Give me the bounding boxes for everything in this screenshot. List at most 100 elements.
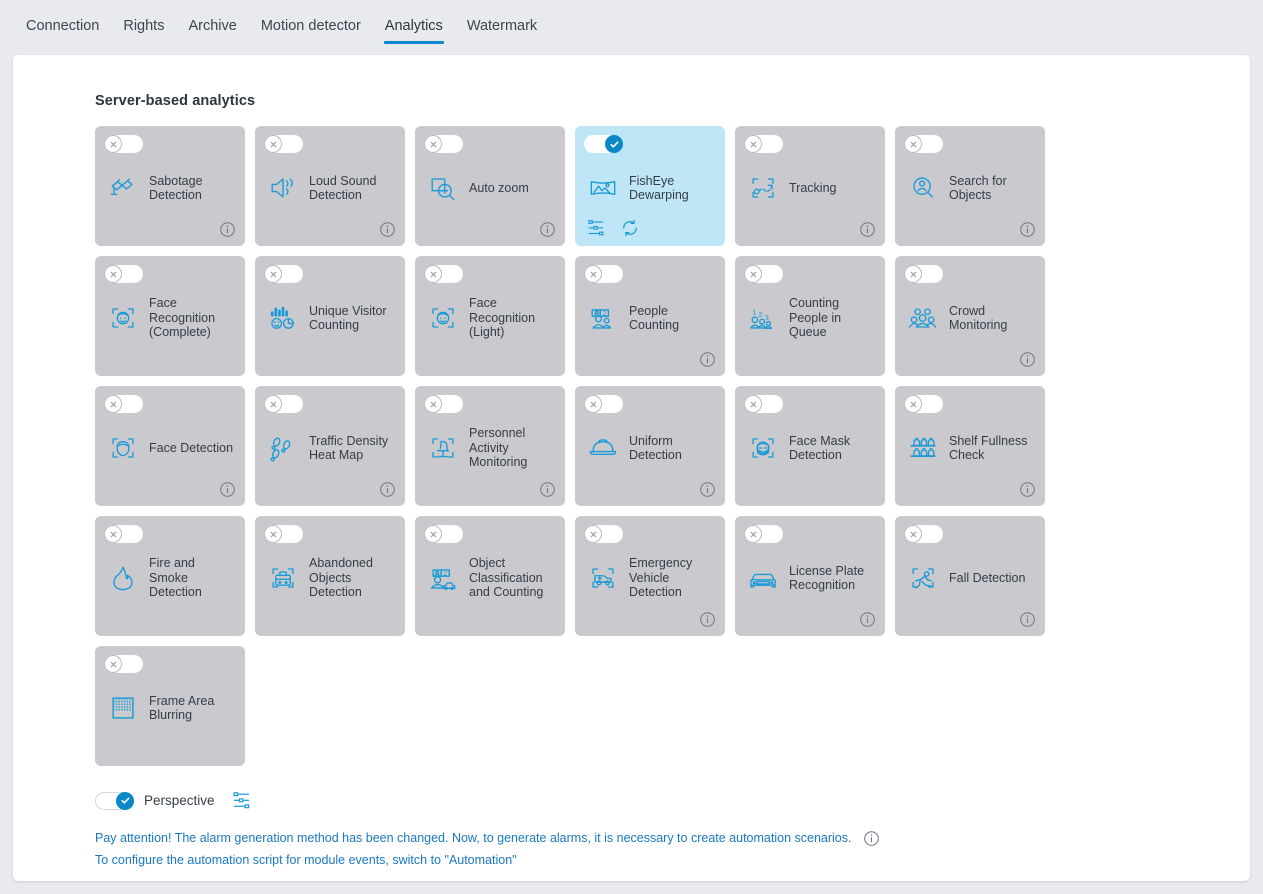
enable-toggle[interactable] <box>264 265 303 283</box>
settings-sliders-icon[interactable] <box>231 790 252 811</box>
enable-toggle[interactable] <box>584 265 623 283</box>
info-icon[interactable] <box>1019 221 1036 238</box>
analytics-card[interactable]: Loud Sound Detection <box>255 126 405 246</box>
info-icon[interactable] <box>859 611 876 628</box>
card-body: Sabotage Detection <box>95 160 245 216</box>
refresh-icon[interactable] <box>620 218 640 238</box>
enable-toggle[interactable] <box>264 395 303 413</box>
enable-toggle[interactable] <box>584 395 623 413</box>
info-icon[interactable] <box>859 221 876 238</box>
enable-toggle[interactable] <box>424 395 463 413</box>
enable-toggle[interactable] <box>584 525 623 543</box>
info-icon[interactable] <box>699 351 716 368</box>
analytics-card[interactable]: Shelf Fullness Check <box>895 386 1045 506</box>
enable-toggle[interactable] <box>904 395 943 413</box>
enable-toggle[interactable] <box>104 525 143 543</box>
perspective-toggle[interactable] <box>95 791 134 810</box>
close-icon <box>104 135 122 153</box>
analytics-card[interactable]: Auto zoom <box>415 126 565 246</box>
analytics-card[interactable]: Traffic Density Heat Map <box>255 386 405 506</box>
analytics-card-grid: Sabotage Detection Loud Sound Detection Au… <box>95 126 1055 766</box>
analytics-card[interactable]: 2 People Counting <box>575 256 725 376</box>
enable-toggle[interactable] <box>424 135 463 153</box>
analytics-card[interactable]: 2 Object Classification and Counting <box>415 516 565 636</box>
enable-toggle[interactable] <box>744 525 783 543</box>
enable-toggle[interactable] <box>904 265 943 283</box>
info-icon[interactable] <box>539 221 556 238</box>
close-icon <box>264 265 282 283</box>
enable-toggle[interactable] <box>104 395 143 413</box>
analytics-card[interactable]: Sabotage Detection <box>95 126 245 246</box>
info-icon[interactable] <box>539 481 556 498</box>
enable-toggle[interactable] <box>904 525 943 543</box>
info-icon[interactable] <box>219 481 236 498</box>
svg-text:2: 2 <box>603 310 607 317</box>
card-body: Tracking <box>735 160 885 216</box>
analytics-card[interactable]: 1 2 3 Counting People in Queue <box>735 256 885 376</box>
enable-toggle[interactable] <box>104 135 143 153</box>
info-icon[interactable] <box>379 221 396 238</box>
info-icon[interactable] <box>219 221 236 238</box>
analytics-card[interactable]: Frame Area Blurring <box>95 646 245 766</box>
info-icon[interactable] <box>699 611 716 628</box>
object-classify-icon: 2 <box>424 559 462 597</box>
enable-toggle[interactable] <box>744 135 783 153</box>
info-icon[interactable] <box>1019 351 1036 368</box>
notice-text-2: To configure the automation script for m… <box>95 853 517 867</box>
analytics-card[interactable]: Search for Objects <box>895 126 1045 246</box>
card-label: Personnel Activity Monitoring <box>469 426 528 470</box>
card-body: 1 2 3 Counting People in Queue <box>735 290 885 346</box>
flame-icon <box>104 559 142 597</box>
enable-toggle[interactable] <box>744 265 783 283</box>
enable-toggle[interactable] <box>104 655 143 673</box>
svg-text:1: 1 <box>752 307 756 316</box>
analytics-card[interactable]: Face Mask Detection <box>735 386 885 506</box>
analytics-card[interactable]: Abandoned Objects Detection <box>255 516 405 636</box>
analytics-card[interactable]: Uniform Detection <box>575 386 725 506</box>
enable-toggle[interactable] <box>424 265 463 283</box>
footsteps-icon <box>264 429 302 467</box>
card-body: Frame Area Blurring <box>95 680 245 736</box>
card-body: Emergency Vehicle Detection <box>575 550 725 606</box>
close-icon <box>904 265 922 283</box>
tab-motion-detector[interactable]: Motion detector <box>249 17 373 44</box>
analytics-card[interactable]: Face Recognition (Light) <box>415 256 565 376</box>
tab-watermark[interactable]: Watermark <box>455 17 549 44</box>
info-icon[interactable] <box>379 481 396 498</box>
enable-toggle[interactable] <box>904 135 943 153</box>
tab-archive[interactable]: Archive <box>176 17 248 44</box>
section-title: Server-based analytics <box>95 93 256 109</box>
suitcase-frame-icon <box>264 559 302 597</box>
close-icon <box>424 395 442 413</box>
analytics-card[interactable]: Tracking <box>735 126 885 246</box>
enable-toggle[interactable] <box>264 135 303 153</box>
enable-toggle[interactable] <box>264 525 303 543</box>
info-icon[interactable] <box>1019 481 1036 498</box>
analytics-card[interactable]: Emergency Vehicle Detection <box>575 516 725 636</box>
enable-toggle[interactable] <box>424 525 463 543</box>
analytics-card[interactable]: Fall Detection <box>895 516 1045 636</box>
notice-line-2[interactable]: To configure the automation script for m… <box>95 849 1250 871</box>
analytics-card[interactable]: FishEye Dewarping <box>575 126 725 246</box>
analytics-card[interactable]: Face Recognition (Complete) <box>95 256 245 376</box>
svg-text:3: 3 <box>765 313 769 322</box>
analytics-card[interactable]: License Plate Recognition <box>735 516 885 636</box>
tab-rights[interactable]: Rights <box>111 17 176 44</box>
analytics-card[interactable]: Crowd Monitoring <box>895 256 1045 376</box>
info-icon[interactable] <box>1019 611 1036 628</box>
analytics-card[interactable]: Fire and Smoke Detection <box>95 516 245 636</box>
enable-toggle[interactable] <box>584 135 623 153</box>
settings-sliders-icon[interactable] <box>586 218 606 238</box>
analytics-card[interactable]: Personnel Activity Monitoring <box>415 386 565 506</box>
info-icon[interactable] <box>699 481 716 498</box>
card-body: Fall Detection <box>895 550 1045 606</box>
enable-toggle[interactable] <box>104 265 143 283</box>
enable-toggle[interactable] <box>744 395 783 413</box>
tab-analytics[interactable]: Analytics <box>373 17 455 44</box>
analytics-card[interactable]: Unique Visitor Counting <box>255 256 405 376</box>
tab-label: Analytics <box>384 18 443 34</box>
analytics-card[interactable]: Face Detection <box>95 386 245 506</box>
tab-connection[interactable]: Connection <box>14 17 111 44</box>
fisheye-panorama-icon <box>584 169 622 207</box>
info-icon[interactable] <box>863 830 880 847</box>
